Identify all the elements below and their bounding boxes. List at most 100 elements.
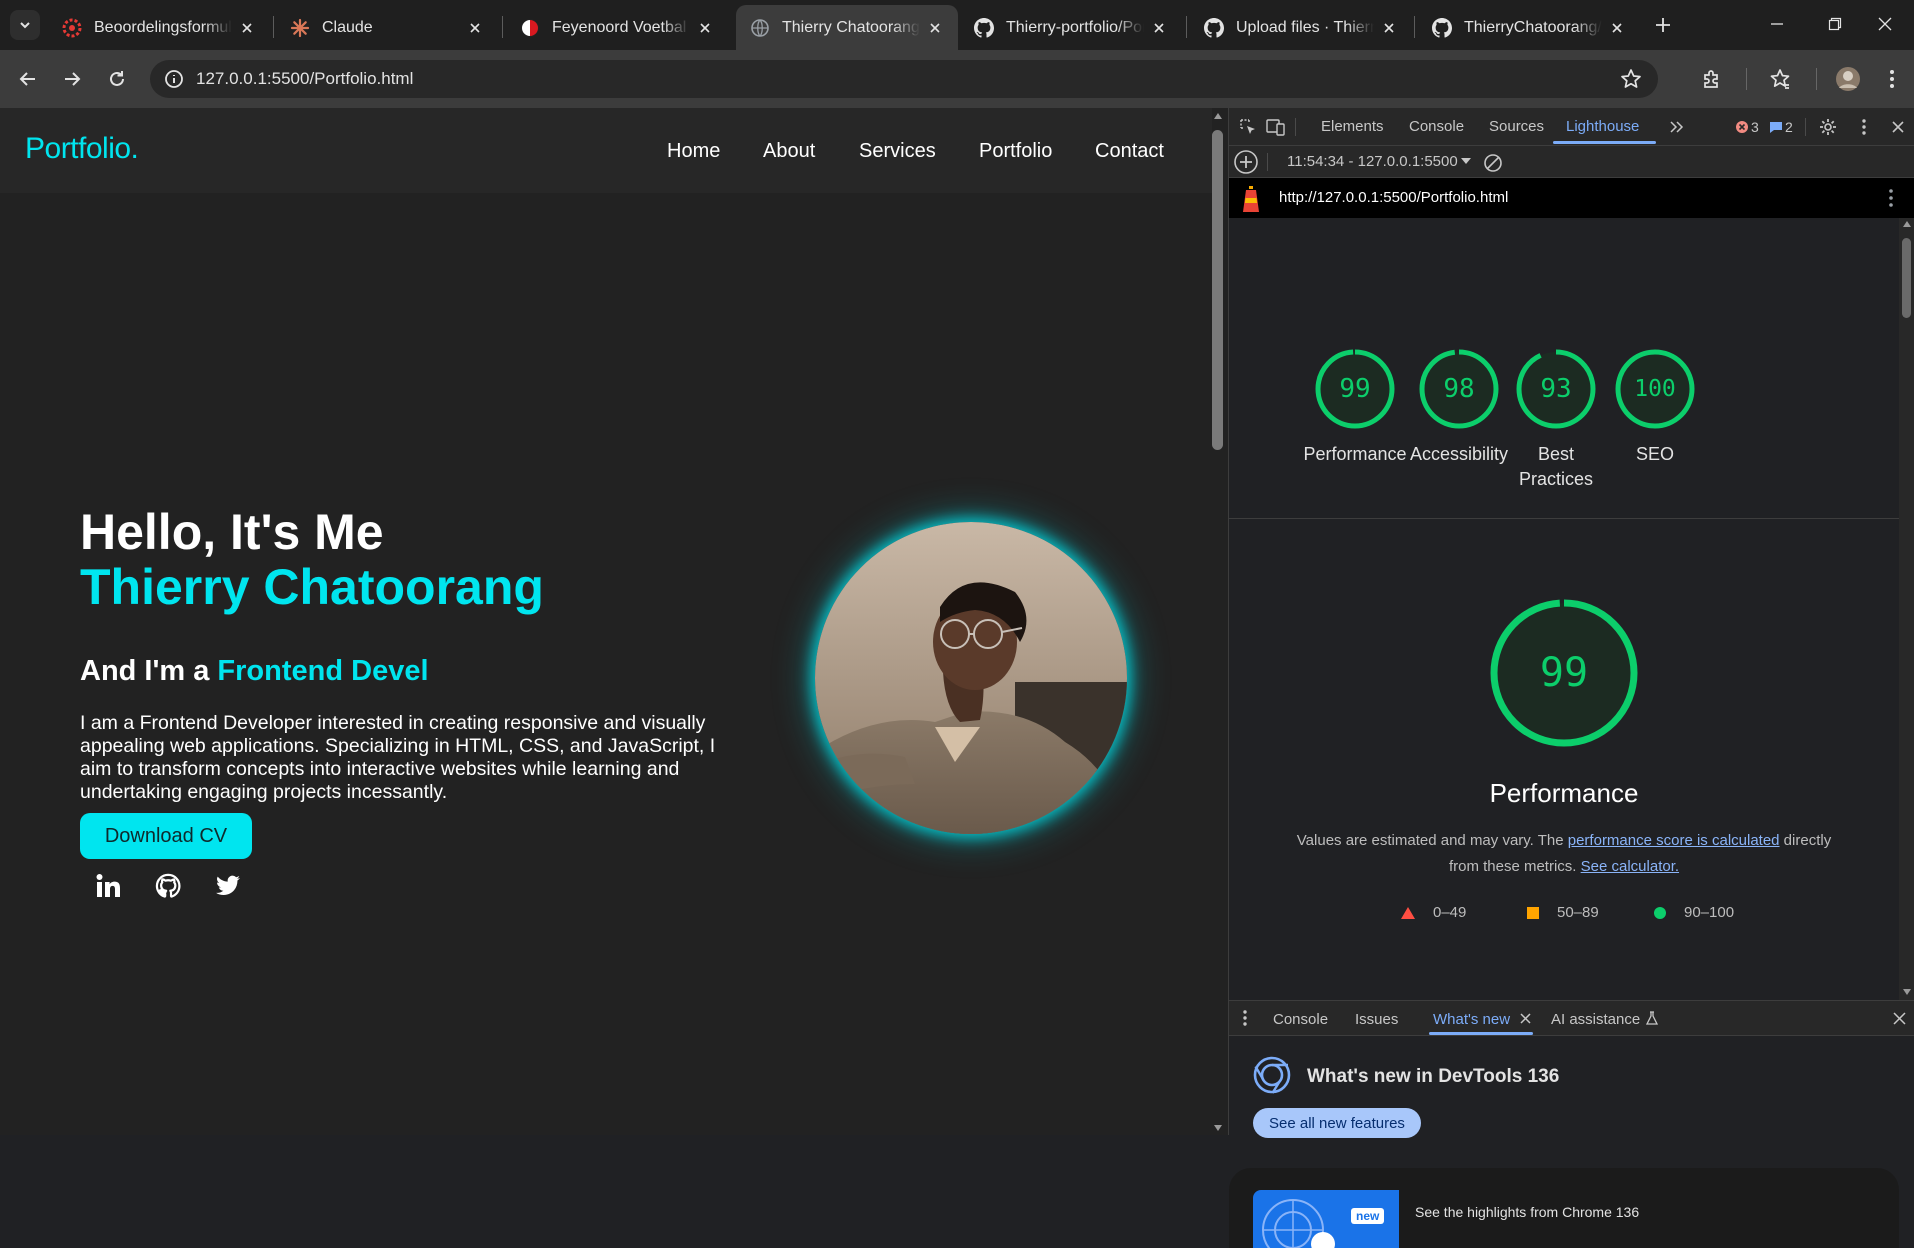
device-toolbar-icon[interactable] [1265, 116, 1287, 138]
browser-tab[interactable]: Upload files · Thierry [1190, 5, 1412, 50]
rubric-favicon-icon [62, 18, 82, 38]
back-button[interactable] [12, 63, 44, 95]
score-value: 98 [1443, 374, 1475, 404]
see-calculator-link[interactable]: See calculator. [1581, 858, 1679, 875]
close-tab-icon[interactable] [1150, 19, 1168, 37]
site-logo[interactable]: Portfolio. [25, 132, 139, 166]
scrollbar-thumb[interactable] [1902, 238, 1911, 318]
report-scrollbar[interactable] [1899, 218, 1914, 1000]
message-counter[interactable]: 2 [1769, 119, 1793, 135]
reload-button[interactable] [101, 63, 133, 95]
close-drawer-icon[interactable] [1893, 1012, 1906, 1025]
devtools-tab-elements[interactable]: Elements [1321, 118, 1384, 135]
bookmark-star-icon[interactable] [1620, 68, 1642, 90]
github-icon [154, 872, 182, 900]
dropdown-arrow-icon[interactable] [1461, 158, 1471, 164]
url-text[interactable]: 127.0.0.1:5500/Portfolio.html [196, 69, 413, 89]
devtools-menu-icon[interactable] [1853, 116, 1875, 138]
linkedin-link[interactable] [90, 868, 126, 904]
github-favicon-icon [1204, 17, 1224, 38]
page-scrollbar[interactable] [1212, 108, 1228, 1135]
settings-gear-icon[interactable] [1817, 116, 1839, 138]
twitter-link[interactable] [210, 868, 246, 904]
report-menu-icon[interactable] [1889, 189, 1893, 207]
download-cv-button[interactable]: Download CV [80, 813, 252, 859]
close-tab-icon[interactable] [926, 19, 944, 37]
score-label: Best Practices [1518, 444, 1594, 489]
close-tab-icon[interactable] [1520, 1013, 1531, 1024]
nav-about[interactable]: About [763, 140, 815, 163]
arrow-left-icon [18, 69, 38, 89]
whats-new-panel: What's new in DevTools 136 See all new f… [1229, 1036, 1914, 1248]
flask-icon [1646, 1011, 1658, 1025]
bookmarks-button[interactable] [1764, 63, 1796, 95]
score-gauge-seo[interactable]: 100 SEO [1600, 348, 1710, 467]
drawer-tab-console[interactable]: Console [1273, 1011, 1328, 1028]
clear-reports-icon[interactable] [1483, 153, 1503, 173]
browser-tab[interactable]: Feyenoord Voetbal - [506, 5, 728, 50]
drawer-tab-bar: Console Issues What's new AI assistance [1229, 1000, 1914, 1036]
nav-services[interactable]: Services [859, 140, 936, 163]
performance-title: Performance [1489, 778, 1639, 808]
close-tab-icon[interactable] [1608, 19, 1626, 37]
star-list-icon [1769, 68, 1791, 90]
github-favicon-icon [974, 17, 994, 38]
error-counter[interactable]: 3 [1735, 119, 1759, 135]
new-report-icon[interactable] [1233, 149, 1259, 175]
browser-tab-active[interactable]: Thierry Chatoorang - [736, 5, 958, 50]
scroll-down-arrow-icon[interactable] [1902, 988, 1912, 996]
drawer-menu-icon[interactable] [1243, 1010, 1247, 1026]
browser-tab-strip: Beoordelingsformulier Claude Feyenoord V… [0, 0, 1914, 50]
nav-contact[interactable]: Contact [1095, 140, 1164, 163]
highlight-card[interactable]: new See the highlights from Chrome 136 [1229, 1168, 1899, 1248]
highlight-thumbnail: new [1253, 1190, 1399, 1248]
close-tab-icon[interactable] [696, 19, 714, 37]
browser-toolbar: 127.0.0.1:5500/Portfolio.html [0, 50, 1914, 108]
browser-tab[interactable]: Beoordelingsformulier [48, 5, 270, 50]
drawer-tab-issues[interactable]: Issues [1355, 1011, 1398, 1028]
legend-average: 50–89 [1527, 904, 1599, 921]
reload-icon [107, 69, 127, 89]
close-tab-icon[interactable] [1380, 19, 1398, 37]
profile-avatar[interactable] [1832, 63, 1864, 95]
score-calculated-link[interactable]: performance score is calculated [1568, 832, 1780, 849]
browser-menu-button[interactable] [1876, 63, 1908, 95]
inspect-element-icon[interactable] [1237, 116, 1259, 138]
devtools-tab-console[interactable]: Console [1409, 118, 1464, 135]
nav-home[interactable]: Home [667, 140, 720, 163]
drawer-tab-whats-new[interactable]: What's new [1433, 1011, 1510, 1028]
drawer-tab-ai-assistance[interactable]: AI assistance [1551, 1011, 1640, 1028]
new-tab-button[interactable] [1650, 12, 1676, 38]
extensions-button[interactable] [1696, 63, 1728, 95]
close-tab-icon[interactable] [466, 19, 484, 37]
tab-search-button[interactable] [10, 10, 40, 40]
browser-tab[interactable]: Thierry-portfolio/Por [960, 5, 1182, 50]
close-window-button[interactable] [1856, 0, 1914, 48]
claude-favicon-icon [290, 18, 310, 38]
nav-portfolio[interactable]: Portfolio [979, 140, 1052, 163]
performance-main-gauge: 99 [1489, 598, 1639, 748]
devtools-tab-sources[interactable]: Sources [1489, 118, 1544, 135]
address-bar[interactable]: 127.0.0.1:5500/Portfolio.html [150, 60, 1658, 98]
forward-button[interactable] [56, 63, 88, 95]
report-selector[interactable]: 11:54:34 - 127.0.0.1:5500 [1287, 153, 1458, 170]
see-all-features-button[interactable]: See all new features [1253, 1108, 1421, 1138]
browser-tab[interactable]: ThierryChatoorang/p [1418, 5, 1640, 50]
legend-range: 90–100 [1684, 904, 1735, 921]
devtools-tab-lighthouse[interactable]: Lighthouse [1566, 118, 1639, 135]
more-tabs-icon[interactable] [1666, 116, 1688, 138]
scroll-up-arrow-icon[interactable] [1213, 112, 1223, 120]
close-devtools-icon[interactable] [1887, 116, 1909, 138]
browser-tab[interactable]: Claude [276, 5, 498, 50]
score-gauge-best-practices[interactable]: 93 Best Practices [1501, 348, 1611, 492]
scroll-down-arrow-icon[interactable] [1213, 1124, 1223, 1132]
score-gauge-performance[interactable]: 99 Performance [1300, 348, 1410, 467]
close-tab-icon[interactable] [238, 19, 256, 37]
minimize-button[interactable] [1748, 0, 1806, 48]
hero-role: And I'm a Frontend Devel [80, 655, 429, 688]
scrollbar-thumb[interactable] [1212, 130, 1223, 450]
scroll-up-arrow-icon[interactable] [1902, 220, 1912, 228]
site-info-icon[interactable] [164, 69, 184, 89]
score-gauge-accessibility[interactable]: 98 Accessibility [1404, 348, 1514, 467]
github-link[interactable] [150, 868, 186, 904]
